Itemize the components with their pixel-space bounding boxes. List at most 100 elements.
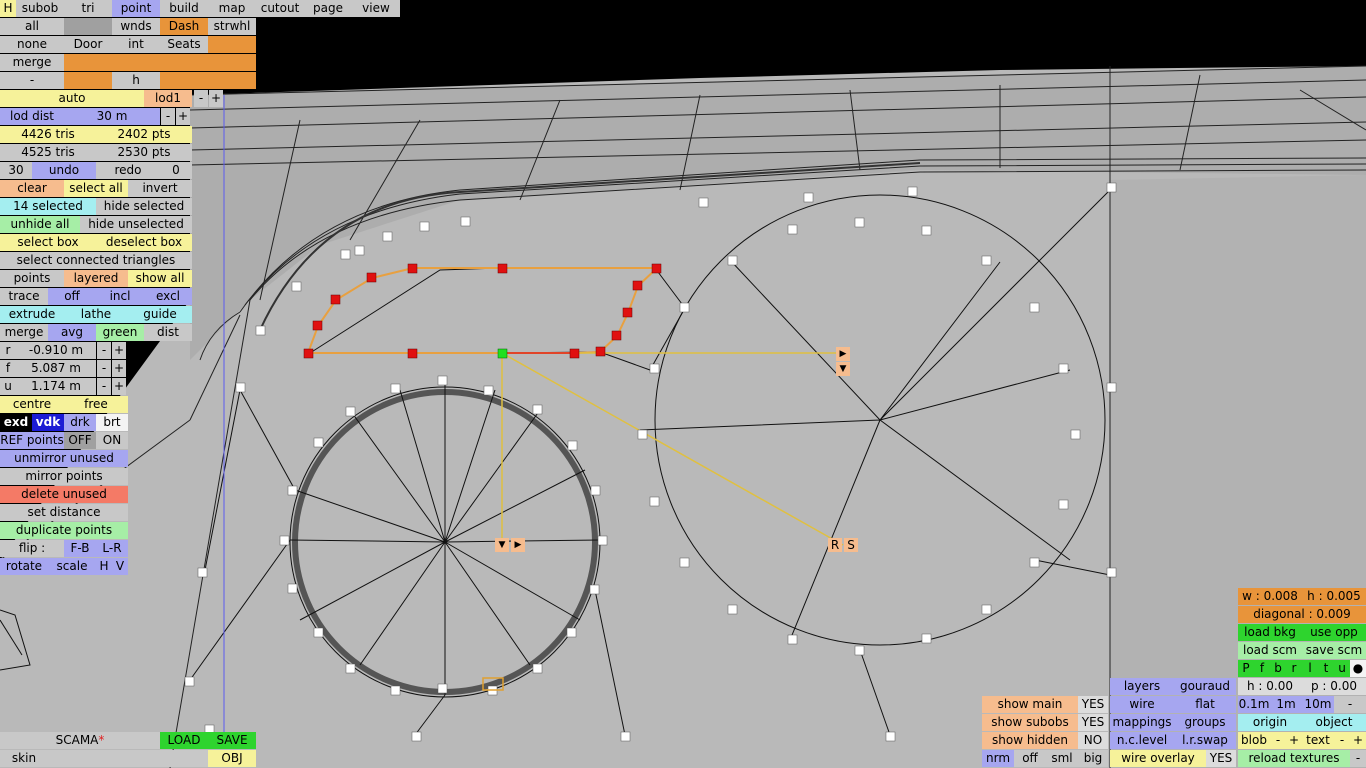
vdk-button[interactable]: vdk bbox=[32, 414, 64, 431]
view-t-button[interactable]: t bbox=[1318, 660, 1334, 677]
lathe-button[interactable]: lathe bbox=[64, 306, 128, 323]
groups-button[interactable]: groups bbox=[1174, 714, 1236, 731]
trace-button[interactable]: trace bbox=[0, 288, 48, 305]
clear-button[interactable]: clear bbox=[0, 180, 64, 197]
coord-r-plus[interactable]: + bbox=[112, 342, 126, 359]
free-button[interactable]: free bbox=[64, 396, 128, 413]
delete-unused-button[interactable]: delete unused bbox=[0, 486, 128, 503]
trace-off-button[interactable]: off bbox=[48, 288, 96, 305]
rotate-handle[interactable]: R bbox=[828, 538, 842, 552]
ref-points-button[interactable]: REF points bbox=[0, 432, 64, 449]
step-10m-button[interactable]: 10m bbox=[1302, 696, 1334, 713]
step-0-1m-button[interactable]: 0.1m bbox=[1238, 696, 1270, 713]
mappings-button[interactable]: mappings bbox=[1110, 714, 1174, 731]
h-button[interactable]: H bbox=[0, 0, 16, 17]
coord-u-value[interactable]: 1.174 m bbox=[16, 378, 96, 395]
coord-f-plus[interactable]: + bbox=[112, 360, 126, 377]
merge-dist-button[interactable]: dist bbox=[144, 324, 192, 341]
text-plus-button[interactable]: + bbox=[1350, 732, 1366, 749]
coord-r-minus[interactable]: - bbox=[97, 342, 111, 359]
subob-tab[interactable]: subob bbox=[16, 0, 64, 17]
blob-plus-button[interactable]: + bbox=[1286, 732, 1302, 749]
nc-level-button[interactable]: n.c.level bbox=[1110, 732, 1174, 749]
group-slot-g[interactable] bbox=[160, 72, 208, 89]
text-minus-button[interactable]: - bbox=[1334, 732, 1350, 749]
group-int[interactable]: int bbox=[112, 36, 160, 53]
group-slot-c[interactable] bbox=[112, 54, 160, 71]
merge-button[interactable]: merge bbox=[0, 324, 48, 341]
blob-minus-button[interactable]: - bbox=[1270, 732, 1286, 749]
normals-big-button[interactable]: big bbox=[1078, 750, 1108, 767]
view-p-button[interactable]: P bbox=[1238, 660, 1254, 677]
drk-button[interactable]: drk bbox=[64, 414, 96, 431]
view-u-button[interactable]: u bbox=[1334, 660, 1350, 677]
deselect-box-button[interactable]: deselect box bbox=[96, 234, 192, 251]
normals-sml-button[interactable]: sml bbox=[1046, 750, 1078, 767]
view-l-button[interactable]: l bbox=[1302, 660, 1318, 677]
load-scm-button[interactable]: load scm bbox=[1238, 642, 1302, 659]
group-slot-a[interactable] bbox=[208, 36, 256, 53]
scale-v-button[interactable]: V bbox=[112, 558, 128, 575]
move-down-handle[interactable]: ▼ bbox=[836, 362, 850, 376]
wire-overlay-toggle[interactable]: YES bbox=[1206, 750, 1236, 767]
map-tab[interactable]: map bbox=[208, 0, 256, 17]
select-connected-triangles-button[interactable]: select connected triangles bbox=[0, 252, 192, 269]
move-right-handle[interactable]: ▶ bbox=[836, 347, 850, 361]
guide-button[interactable]: guide bbox=[128, 306, 192, 323]
ref-off-button[interactable]: OFF bbox=[64, 432, 96, 449]
group-slot-f[interactable] bbox=[64, 72, 112, 89]
coord-u-plus[interactable]: + bbox=[112, 378, 126, 395]
group-all[interactable]: all bbox=[0, 18, 64, 35]
coord-r-value[interactable]: -0.910 m bbox=[16, 342, 96, 359]
mirror-points-button[interactable]: mirror points bbox=[0, 468, 128, 485]
view-tab[interactable]: view bbox=[352, 0, 400, 17]
group-minus[interactable]: - bbox=[0, 72, 64, 89]
centre-button[interactable]: centre bbox=[0, 396, 64, 413]
normals-off-button[interactable]: off bbox=[1014, 750, 1046, 767]
skin-button[interactable]: skin bbox=[0, 750, 48, 767]
save-scm-button[interactable]: save scm bbox=[1302, 642, 1366, 659]
lod-dist-minus[interactable]: - bbox=[161, 108, 175, 125]
layered-button[interactable]: layered bbox=[64, 270, 128, 287]
load-button[interactable]: LOAD bbox=[160, 732, 208, 749]
lod-dist-plus[interactable]: + bbox=[176, 108, 190, 125]
3d-viewport[interactable] bbox=[0, 0, 1366, 768]
step-minus-button[interactable]: - bbox=[1334, 696, 1366, 713]
gouraud-button[interactable]: gouraud bbox=[1174, 678, 1236, 695]
text-button[interactable]: text bbox=[1302, 732, 1334, 749]
group-wnds[interactable]: wnds bbox=[112, 18, 160, 35]
object-button[interactable]: object bbox=[1302, 714, 1366, 731]
show-main-toggle[interactable]: YES bbox=[1078, 696, 1108, 713]
wire-button[interactable]: wire bbox=[1110, 696, 1174, 713]
show-hidden-toggle[interactable]: NO bbox=[1078, 732, 1108, 749]
unhide-all-button[interactable]: unhide all bbox=[0, 216, 80, 233]
move-right-handle-2[interactable]: ▶ bbox=[511, 538, 525, 552]
reload-minus-button[interactable]: - bbox=[1350, 750, 1366, 767]
obj-button[interactable]: OBJ bbox=[208, 750, 256, 767]
extrude-button[interactable]: extrude bbox=[0, 306, 64, 323]
duplicate-points-button[interactable]: duplicate points bbox=[0, 522, 128, 539]
select-all-button[interactable]: select all bbox=[64, 180, 128, 197]
show-subobs-toggle[interactable]: YES bbox=[1078, 714, 1108, 731]
view-b-button[interactable]: b bbox=[1270, 660, 1286, 677]
group-merge[interactable]: merge bbox=[0, 54, 64, 71]
points-button[interactable]: points bbox=[0, 270, 64, 287]
rotate-button[interactable]: rotate bbox=[0, 558, 48, 575]
group-empty-1[interactable] bbox=[64, 18, 112, 35]
use-opp-button[interactable]: use opp bbox=[1302, 624, 1366, 641]
coord-f-value[interactable]: 5.087 m bbox=[16, 360, 96, 377]
flip-lr-button[interactable]: L-R bbox=[96, 540, 128, 557]
page-tab[interactable]: page bbox=[304, 0, 352, 17]
group-slot-b[interactable] bbox=[64, 54, 112, 71]
view-r-button[interactable]: r bbox=[1286, 660, 1302, 677]
skin-field[interactable] bbox=[48, 750, 208, 767]
trace-excl-button[interactable]: excl bbox=[144, 288, 192, 305]
lod1-button[interactable]: lod1 bbox=[144, 90, 192, 107]
point-tab[interactable]: point bbox=[112, 0, 160, 17]
lod-dist-value[interactable]: 30 m bbox=[64, 108, 160, 125]
origin-button[interactable]: origin bbox=[1238, 714, 1302, 731]
scale-handle[interactable]: S bbox=[844, 538, 858, 552]
hide-selected-button[interactable]: hide selected bbox=[96, 198, 192, 215]
view-f-button[interactable]: f bbox=[1254, 660, 1270, 677]
flip-fb-button[interactable]: F-B bbox=[64, 540, 96, 557]
